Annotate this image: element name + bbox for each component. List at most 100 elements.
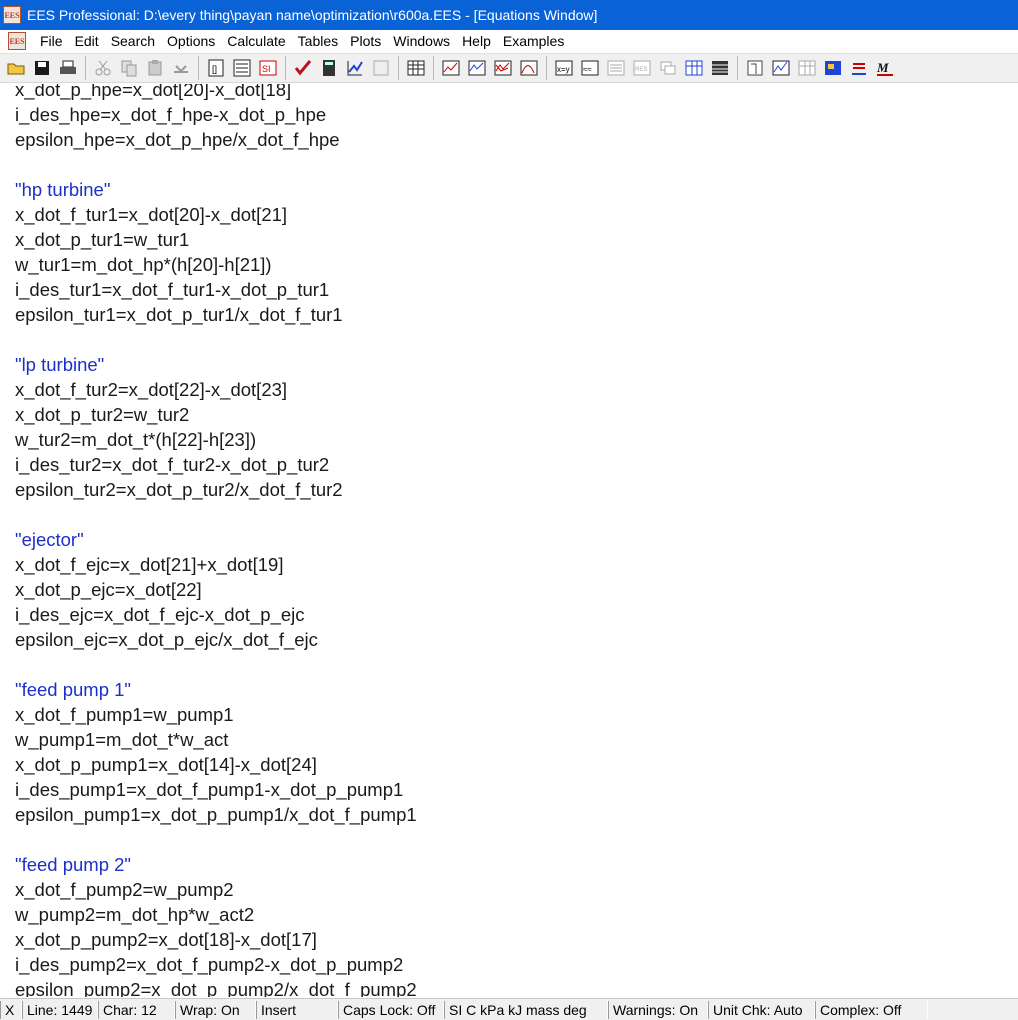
equation-line[interactable]: epsilon_ejc=x_dot_p_ejc/x_dot_f_ejc: [15, 627, 417, 652]
equation-line[interactable]: w_tur2=m_dot_t*(h[22]-h[23]): [15, 427, 417, 452]
guess-values-icon[interactable]: [605, 57, 627, 79]
menu-edit[interactable]: Edit: [69, 33, 105, 49]
status-complex[interactable]: Complex: Off: [815, 1000, 928, 1019]
status-wrap[interactable]: Wrap: On: [175, 1000, 256, 1019]
status-unit-check[interactable]: Unit Chk: Auto: [708, 1000, 815, 1019]
solve-icon[interactable]: [344, 57, 366, 79]
equation-line[interactable]: x_dot_f_tur1=x_dot[20]-x_dot[21]: [15, 202, 417, 227]
plot-icon[interactable]: [370, 57, 392, 79]
check-units-icon[interactable]: [292, 57, 314, 79]
equation-line[interactable]: i_des_tur2=x_dot_f_tur2-x_dot_p_tur2: [15, 452, 417, 477]
equation-line[interactable]: [15, 827, 417, 852]
diagram-icon[interactable]: [683, 57, 705, 79]
menu-file[interactable]: File: [34, 33, 69, 49]
table-icon[interactable]: [405, 57, 427, 79]
integral-table-icon[interactable]: [770, 57, 792, 79]
equation-line[interactable]: [15, 652, 417, 677]
equation-line[interactable]: x_dot_p_pump1=x_dot[14]-x_dot[24]: [15, 752, 417, 777]
toolbar-separator: [433, 56, 434, 80]
copy-icon[interactable]: [118, 57, 140, 79]
menu-options[interactable]: Options: [161, 33, 221, 49]
menu-plots[interactable]: Plots: [344, 33, 387, 49]
status-close[interactable]: X: [0, 1000, 22, 1019]
underline-icon[interactable]: [848, 57, 870, 79]
comment-line[interactable]: "lp turbine": [15, 352, 417, 377]
lookup-table-icon[interactable]: [744, 57, 766, 79]
svg-text:[]: []: [212, 64, 217, 74]
equation-line[interactable]: w_pump2=m_dot_hp*w_act2: [15, 902, 417, 927]
array-icon[interactable]: [709, 57, 731, 79]
equations-text[interactable]: x_dot_p_hpe=x_dot[20]-x_dot[18] i_des_hpe…: [15, 84, 417, 997]
property-plot-icon[interactable]: [518, 57, 540, 79]
variable-info-icon[interactable]: []: [205, 57, 227, 79]
paste-icon[interactable]: [144, 57, 166, 79]
equation-line[interactable]: x_dot_p_ejc=x_dot[22]: [15, 577, 417, 602]
parametric-table-icon[interactable]: [440, 57, 462, 79]
comment-line[interactable]: "hp turbine": [15, 177, 417, 202]
equation-line[interactable]: [15, 502, 417, 527]
equation-line[interactable]: epsilon_pump1=x_dot_p_pump1/x_dot_f_pump…: [15, 802, 417, 827]
comment-line[interactable]: "ejector": [15, 527, 417, 552]
equation-line[interactable]: epsilon_tur1=x_dot_p_tur1/x_dot_f_tur1: [15, 302, 417, 327]
save-icon[interactable]: [31, 57, 53, 79]
menu-windows[interactable]: Windows: [387, 33, 456, 49]
equation-line[interactable]: x_dot_f_pump1=w_pump1: [15, 702, 417, 727]
ees-app-icon[interactable]: EES: [3, 6, 21, 24]
toolbar-separator: [198, 56, 199, 80]
svg-text:M: M: [876, 60, 889, 75]
new-plot-icon[interactable]: [466, 57, 488, 79]
status-bar: X Line: 1449 Char: 12 Wrap: On Insert Ca…: [0, 998, 1018, 1020]
svg-text:x=y: x=y: [557, 65, 570, 74]
equation-line[interactable]: x_dot_p_pump2=x_dot[18]-x_dot[17]: [15, 927, 417, 952]
document-icon[interactable]: EES: [8, 32, 26, 50]
units-icon[interactable]: SI: [257, 57, 279, 79]
menu-calculate[interactable]: Calculate: [221, 33, 291, 49]
equation-line[interactable]: epsilon_pump2=x_dot_p_pump2/x_dot_f_pump…: [15, 977, 417, 997]
equation-line[interactable]: epsilon_hpe=x_dot_p_hpe/x_dot_f_hpe: [15, 127, 417, 152]
menu-bar: EES File Edit Search Options Calculate T…: [0, 30, 1018, 52]
equation-line[interactable]: [15, 327, 417, 352]
equation-line[interactable]: w_pump1=m_dot_t*w_act: [15, 727, 417, 752]
variable-assign-icon[interactable]: ≈≈: [579, 57, 601, 79]
equation-line[interactable]: x_dot_f_pump2=w_pump2: [15, 877, 417, 902]
cut-icon[interactable]: [92, 57, 114, 79]
status-line: Line: 1449: [22, 1000, 98, 1019]
plot-options-icon[interactable]: [822, 57, 844, 79]
comment-line[interactable]: "feed pump 1": [15, 677, 417, 702]
menu-help[interactable]: Help: [456, 33, 497, 49]
calculator-icon[interactable]: [318, 57, 340, 79]
equation-line[interactable]: i_des_tur1=x_dot_f_tur1-x_dot_p_tur1: [15, 277, 417, 302]
equations-format-icon[interactable]: [231, 57, 253, 79]
equations-window[interactable]: x_dot_p_hpe=x_dot[20]-x_dot[18] i_des_hpe…: [0, 84, 1018, 997]
equation-line[interactable]: i_des_pump1=x_dot_f_pump1-x_dot_p_pump1: [15, 777, 417, 802]
plot-window-icon[interactable]: x=y: [553, 57, 575, 79]
status-warnings[interactable]: Warnings: On: [608, 1000, 708, 1019]
title-bar: EES EES Professional: D:\every thing\pay…: [0, 0, 1018, 30]
menu-search[interactable]: Search: [105, 33, 161, 49]
status-insert[interactable]: Insert: [256, 1000, 338, 1019]
menu-tables[interactable]: Tables: [292, 33, 344, 49]
equation-line[interactable]: x_dot_f_tur2=x_dot[22]-x_dot[23]: [15, 377, 417, 402]
equation-line[interactable]: i_des_pump2=x_dot_f_pump2-x_dot_p_pump2: [15, 952, 417, 977]
text-icon[interactable]: RES: [631, 57, 653, 79]
equation-line[interactable]: x_dot_p_tur1=w_tur1: [15, 227, 417, 252]
plot-window-2-icon[interactable]: [796, 57, 818, 79]
toolbar-separator: [546, 56, 547, 80]
equation-line[interactable]: i_des_ejc=x_dot_f_ejc-x_dot_p_ejc: [15, 602, 417, 627]
overlay-plot-icon[interactable]: [492, 57, 514, 79]
equation-line[interactable]: epsilon_tur2=x_dot_p_tur2/x_dot_f_tur2: [15, 477, 417, 502]
equation-line[interactable]: x_dot_p_hpe=x_dot[20]-x_dot[18]: [15, 84, 417, 102]
comment-line[interactable]: "feed pump 2": [15, 852, 417, 877]
print-icon[interactable]: [57, 57, 79, 79]
equation-line[interactable]: x_dot_p_tur2=w_tur2: [15, 402, 417, 427]
undo-icon[interactable]: [170, 57, 192, 79]
ees-logo-icon[interactable]: [657, 57, 679, 79]
equation-line[interactable]: x_dot_f_ejc=x_dot[21]+x_dot[19]: [15, 552, 417, 577]
menu-examples[interactable]: Examples: [497, 33, 570, 49]
equation-line[interactable]: [15, 152, 417, 177]
status-units[interactable]: SI C kPa kJ mass deg: [444, 1000, 608, 1019]
equation-line[interactable]: i_des_hpe=x_dot_f_hpe-x_dot_p_hpe: [15, 102, 417, 127]
macro-icon[interactable]: M: [874, 57, 896, 79]
equation-line[interactable]: w_tur1=m_dot_hp*(h[20]-h[21]): [15, 252, 417, 277]
open-folder-icon[interactable]: [5, 57, 27, 79]
